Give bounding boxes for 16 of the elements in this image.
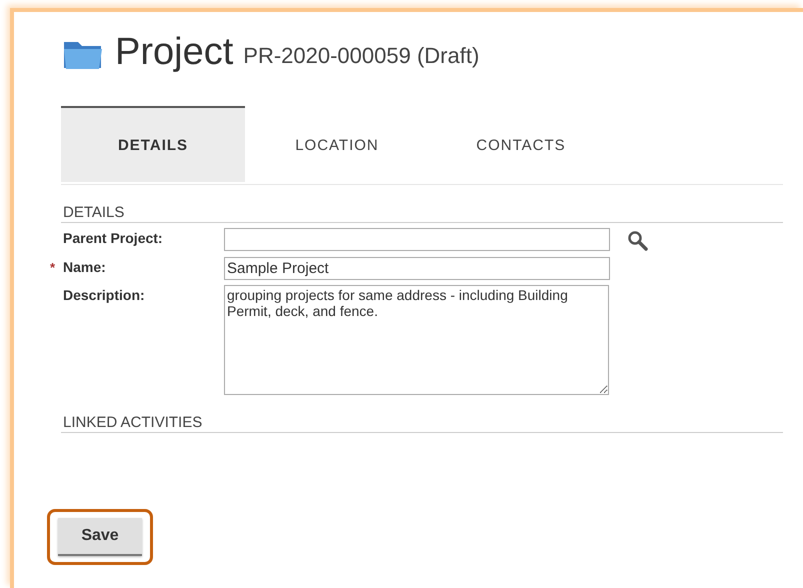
field-label: Description: [63,287,145,303]
tab[interactable]: LOCATION [245,106,429,182]
page-title: Project [115,32,234,72]
input-field[interactable]: Sample Project [224,257,610,280]
search-icon[interactable] [627,230,649,252]
text-area[interactable]: grouping projects for same address - including Building Permit, deck, and fence. [224,285,609,395]
tab[interactable]: CONTACTS [429,106,613,182]
field-label: Parent Project: [63,230,163,246]
save-button[interactable]: Save [58,518,142,556]
field-label: Name: [63,259,106,275]
record-id: PR-2020-000059 (Draft) [243,43,480,70]
section-heading: DETAILS [61,203,783,223]
tab[interactable]: DETAILS [61,106,245,182]
required-mark: * [50,260,56,275]
input-field[interactable] [224,228,610,251]
section-heading: LINKED ACTIVITIES [61,413,783,433]
